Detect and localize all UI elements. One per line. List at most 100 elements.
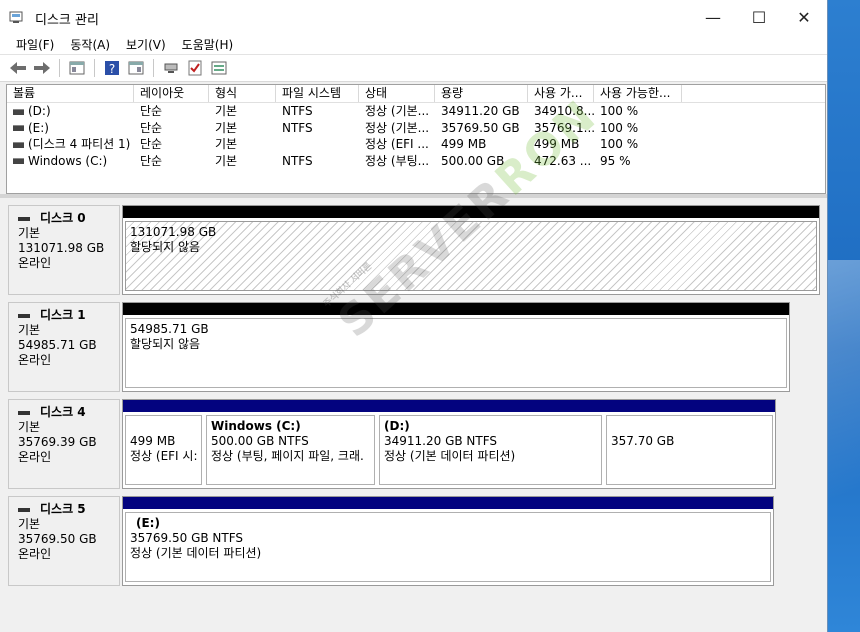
help-icon[interactable]: ? (102, 58, 122, 78)
partition-unallocated[interactable]: 131071.98 GB 할당되지 않음 (123, 206, 819, 294)
cell-free-space: 472.63 ... (534, 153, 592, 168)
partition-unallocated[interactable]: 54985.71 GB 할당되지 않음 (123, 303, 789, 391)
partition-title (611, 419, 768, 434)
partition-windows-c[interactable]: Windows (C:) 500.00 GB NTFS 정상 (부팅, 페이지 … (204, 400, 377, 488)
cell-percent-free: 100 % (600, 120, 639, 135)
cell-type: 기본 (215, 137, 238, 151)
volume-name: Windows (C:) (28, 153, 108, 168)
volume-name: (디스크 4 파티션 1) (28, 137, 131, 151)
partition-size: 34911.20 GB NTFS (384, 434, 498, 448)
col-free-space[interactable]: 사용 가... (528, 85, 594, 102)
partition-body: 499 MB 정상 (EFI 시: (125, 415, 202, 485)
cell-capacity: 35769.50 GB (441, 120, 520, 135)
disk-graphical-view: 디스크 0 기본 131071.98 GB 온라인 131071.98 GB 할… (0, 194, 827, 632)
partition-area: 499 MB 정상 (EFI 시: Windows (C:) 500.00 GB… (122, 399, 776, 489)
maximize-button[interactable]: ☐ (736, 0, 782, 34)
connect-icon[interactable] (161, 58, 181, 78)
disk-label[interactable]: 디스크 0 기본 131071.98 GB 온라인 (8, 205, 120, 295)
properties-icon[interactable] (126, 58, 146, 78)
cell-type: 기본 (215, 153, 238, 168)
disk-name: 디스크 1 (18, 308, 119, 323)
partition-free[interactable]: 357.70 GB (604, 400, 775, 488)
disk-status: 온라인 (18, 256, 52, 270)
disk-label[interactable]: 디스크 4 기본 35769.39 GB 온라인 (8, 399, 120, 489)
forward-icon[interactable] (32, 58, 52, 78)
partition-status: 할당되지 않음 (130, 337, 201, 351)
partition-d[interactable]: (D:) 34911.20 GB NTFS 정상 (기본 데이터 파티션) (377, 400, 604, 488)
col-status[interactable]: 상태 (359, 85, 435, 102)
cell-status: 정상 (기본... (365, 120, 430, 135)
menu-file[interactable]: 파일(F) (8, 36, 62, 53)
cell-file-system: NTFS (282, 104, 313, 118)
partition-efi[interactable]: 499 MB 정상 (EFI 시: (123, 400, 204, 488)
cell-volume: (디스크 4 파티션 1) (7, 136, 134, 153)
disk-status: 온라인 (18, 547, 52, 561)
disk-type: 기본 (18, 323, 41, 337)
partition-size: 499 MB (130, 434, 176, 448)
cell-capacity: 34911.20 GB (441, 104, 520, 118)
cell-file-system: NTFS (282, 153, 313, 168)
col-type[interactable]: 형식 (209, 85, 276, 102)
volume-name: (D:) (28, 104, 51, 118)
disk-status: 온라인 (18, 450, 52, 464)
partition-bar (123, 497, 773, 509)
partition-area: (E:) 35769.50 GB NTFS 정상 (기본 데이터 파티션) (122, 496, 774, 586)
cell-free-space: 34910.8... (534, 104, 594, 118)
minimize-button[interactable]: — (690, 0, 736, 34)
volume-row[interactable]: (D:) 단순 기본 NTFS 정상 (기본... 34911.20 GB 34910.8.… (7, 103, 825, 120)
cell-status: 정상 (기본... (365, 104, 430, 118)
volume-row[interactable]: (E:) 단순 기본 NTFS 정상 (기본... 35769.50 GB 35769.1.… (7, 120, 825, 137)
app-icon (9, 11, 23, 23)
cell-layout: 단순 (140, 120, 163, 135)
disk-size: 35769.39 GB (18, 435, 97, 449)
disk-name: 디스크 4 (18, 405, 119, 420)
cell-percent-free: 100 % (600, 104, 639, 118)
col-capacity[interactable]: 용량 (435, 85, 528, 102)
partition-bar (204, 400, 377, 412)
partition-size: 131071.98 GB (130, 225, 217, 239)
col-percent-free[interactable]: 사용 가능한... (594, 85, 682, 102)
partition-status: 정상 (EFI 시: (130, 449, 198, 463)
volume-name: (E:) (28, 120, 49, 135)
partition-body: 54985.71 GB 할당되지 않음 (125, 318, 787, 388)
drive-icon (13, 158, 24, 164)
partition-title (130, 419, 197, 434)
col-layout[interactable]: 레이아웃 (134, 85, 209, 102)
back-icon[interactable] (8, 58, 28, 78)
disk-size: 35769.50 GB (18, 532, 97, 546)
close-button[interactable]: ✕ (781, 0, 827, 34)
cell-layout: 단순 (140, 153, 163, 168)
disk-size: 54985.71 GB (18, 338, 97, 352)
partition-bar (123, 206, 819, 218)
toolbar: ? (0, 54, 827, 82)
console-tree-icon[interactable] (67, 58, 87, 78)
col-file-system[interactable]: 파일 시스템 (276, 85, 359, 102)
partition-bar (377, 400, 604, 412)
check-icon[interactable] (185, 58, 205, 78)
cell-type: 기본 (215, 120, 238, 135)
disk-label[interactable]: 디스크 1 기본 54985.71 GB 온라인 (8, 302, 120, 392)
volume-row[interactable]: Windows (C:) 단순 기본 NTFS 정상 (부팅... 500.00 GB 47… (7, 153, 825, 170)
partition-area: 54985.71 GB 할당되지 않음 (122, 302, 790, 392)
col-volume[interactable]: 볼륨 (7, 85, 134, 102)
drive-icon (13, 108, 24, 115)
title-bar[interactable]: 디스크 관리 — ☐ ✕ (0, 0, 827, 34)
cell-file-system: NTFS (282, 120, 313, 135)
volume-row[interactable]: (디스크 4 파티션 1) 단순 기본 정상 (EFI ... 499 MB 499 MB… (7, 136, 825, 153)
disk-label[interactable]: 디스크 5 기본 35769.50 GB 온라인 (8, 496, 120, 586)
cell-status: 정상 (EFI ... (365, 137, 429, 151)
disk-row: 디스크 0 기본 131071.98 GB 온라인 131071.98 GB 할… (8, 205, 820, 295)
menu-action[interactable]: 동작(A) (62, 36, 118, 53)
volume-list-header: 볼륨 레이아웃 형식 파일 시스템 상태 용량 사용 가... 사용 가능한..… (7, 85, 825, 103)
disk-row: 디스크 5 기본 35769.50 GB 온라인 (E:) 35769.50 G… (8, 496, 820, 586)
disk-management-window: 디스크 관리 — ☐ ✕ 파일(F) 동작(A) 보기(V) 도움말(H) ? (0, 0, 828, 632)
settings-icon[interactable] (209, 58, 229, 78)
menu-help[interactable]: 도움말(H) (174, 36, 242, 53)
partition-status: 할당되지 않음 (130, 240, 201, 254)
menu-view[interactable]: 보기(V) (118, 36, 174, 53)
partition-size: 35769.50 GB NTFS (130, 531, 244, 545)
partition-body: (E:) 35769.50 GB NTFS 정상 (기본 데이터 파티션) (125, 512, 771, 582)
partition-e[interactable]: (E:) 35769.50 GB NTFS 정상 (기본 데이터 파티션) (123, 497, 773, 585)
cell-type: 기본 (215, 104, 238, 118)
cell-volume: (D:) (7, 103, 134, 120)
